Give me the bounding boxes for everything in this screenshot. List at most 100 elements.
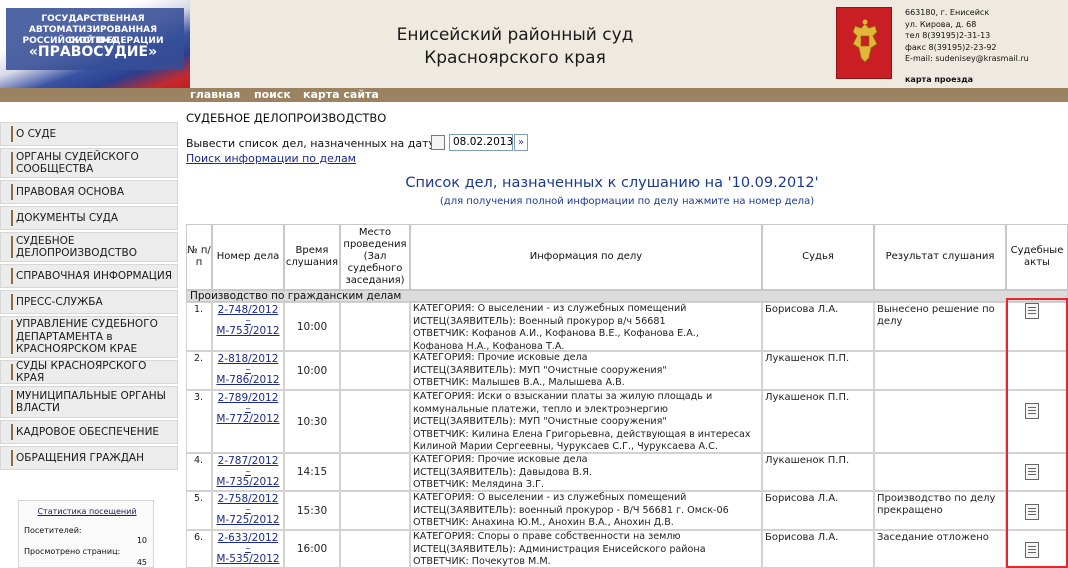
case-info: КАТЕГОРИЯ: Прочие исковые дела ИСТЕЦ(ЗАЯВ…: [410, 453, 762, 491]
nav-sitemap-link[interactable]: карта сайта: [303, 88, 379, 102]
sidebar-item-documents[interactable]: ДОКУМЕНТЫ СУДА: [0, 206, 178, 230]
col-header-judge: Судья: [762, 224, 874, 290]
case-separator: ~: [245, 506, 251, 514]
case-info-line: КАТЕГОРИЯ: Прочие исковые дела: [413, 454, 588, 465]
row-number: 6.: [186, 530, 212, 568]
double-headed-eagle-icon: [852, 19, 878, 63]
case-info-line: ИСТЕЦ(ЗАЯВИТЕЛЬ): МУП "Очистные сооружен…: [413, 416, 667, 427]
list-title: Список дел, назначенных к слушанию на '1…: [186, 175, 1068, 191]
col-header-num: № п/п: [186, 224, 212, 290]
case-info-line: коммунальные платежи, тепло и электроэне…: [413, 403, 668, 415]
row-number: 2.: [186, 351, 212, 390]
hearing-result: Вынесено решение по делу: [874, 302, 1006, 351]
hearing-result: [874, 351, 1006, 390]
group-row: Производство по гражданским делам: [186, 290, 1068, 302]
date-label: Вывести список дел, назначенных на дату: [186, 137, 436, 150]
material-number-link[interactable]: М-772/2012: [213, 413, 283, 426]
sidebar-item-about[interactable]: О СУДЕ: [0, 122, 178, 146]
hearing-place: [340, 302, 410, 351]
contact-line: 663180, г. Енисейск: [905, 8, 990, 17]
sidebar-item-department[interactable]: УПРАВЛЕНИЕ СУДЕБНОГО ДЕПАРТАМЕНТА в КРАС…: [0, 316, 178, 358]
hearing-result: [874, 453, 1006, 491]
header: ГОСУДАРСТВЕННАЯ АВТОМАТИЗИРОВАННАЯ СИСТЕ…: [0, 0, 1068, 100]
case-number-link[interactable]: 2-789/2012: [213, 392, 283, 405]
case-cell: 2-748/2012 ~ М-753/2012: [212, 302, 284, 351]
stats-visitors-value: 10: [136, 536, 147, 545]
case-info-line: ОТВЕТЧИК: Анахина Ю.М., Анохин В.А., Ано…: [413, 517, 674, 528]
show-button[interactable]: »: [514, 134, 528, 151]
hearing-place: [340, 390, 410, 453]
case-separator: ~: [245, 545, 251, 553]
sidebar-item-reference[interactable]: СПРАВОЧНАЯ ИНФОРМАЦИЯ: [0, 264, 178, 288]
hearing-result: Заседание отложено: [874, 530, 1006, 568]
material-number-link[interactable]: М-786/2012: [213, 374, 283, 387]
sidebar-item-proceedings[interactable]: СУДЕБНОЕ ДЕЛОПРОИЗВОДСТВО: [0, 232, 178, 262]
stats-pages-label: Просмотрено страниц:: [24, 547, 121, 556]
case-info-line: ИСТЕЦ(ЗАЯВИТЕЛЬ): военный прокурор - В/Ч…: [413, 504, 729, 516]
col-header-case: Номер дела: [212, 224, 284, 290]
sidebar-item-judicial-bodies[interactable]: ОРГАНЫ СУДЕЙСКОГО СООБЩЕСТВА: [0, 148, 178, 178]
sidebar-item-legal-basis[interactable]: ПРАВОВАЯ ОСНОВА: [0, 180, 178, 204]
row-number: 3.: [186, 390, 212, 453]
case-search-link[interactable]: Поиск информации по делам: [186, 152, 356, 165]
map-link[interactable]: карта проезда: [905, 75, 973, 84]
sidebar-item-appeals[interactable]: ОБРАЩЕНИЯ ГРАЖДАН: [0, 446, 178, 470]
sidebar-item-press[interactable]: ПРЕСС-СЛУЖБА: [0, 290, 178, 314]
case-info-line: ОТВЕТЧИК: Почекутов М.М.: [413, 556, 551, 567]
case-info-line: ИСТЕЦ(ЗАЯВИТЕЛЬ): МУП "Очистные сооружен…: [413, 364, 667, 376]
case-cell: 2-633/2012 ~ М-535/2012: [212, 530, 284, 568]
material-number-link[interactable]: М-753/2012: [213, 325, 283, 338]
case-separator: ~: [245, 468, 251, 476]
top-nav: главная поиск карта сайта: [0, 88, 1068, 102]
sidebar-item-staffing[interactable]: КАДРОВОЕ ОБЕСПЕЧЕНИЕ: [0, 420, 178, 444]
case-info-line: ИСТЕЦ(ЗАЯВИТЕЛЬ): Давыдова В.Я.: [413, 466, 592, 478]
hearing-time: 10:00: [284, 302, 340, 351]
case-info-line: ИСТЕЦ(ЗАЯВИТЕЛЬ): Военный прокурор в/ч 5…: [413, 315, 666, 327]
contact-email[interactable]: E-mail: sudenisey@krasmail.ru: [905, 53, 1065, 65]
case-info-line: Кофанова Н.А., Кофанова Т.А.: [413, 340, 565, 351]
hearing-time: 10:30: [284, 390, 340, 453]
sidebar-item-courts[interactable]: СУДЫ КРАСНОЯРСКОГО КРАЯ: [0, 360, 178, 384]
case-number-link[interactable]: 2-633/2012: [213, 532, 283, 545]
nav-search-link[interactable]: поиск: [254, 88, 291, 102]
case-cell: 2-787/2012 ~ М-735/2012: [212, 453, 284, 491]
contact-line: ул. Кирова, д. 68: [905, 19, 977, 29]
judge-name: Лукашенок П.П.: [762, 453, 874, 491]
date-input[interactable]: 08.02.2013: [449, 134, 513, 151]
stats-title[interactable]: Статистика посещений: [19, 507, 155, 516]
case-number-link[interactable]: 2-758/2012: [213, 493, 283, 506]
nav-home-link[interactable]: главная: [190, 88, 240, 102]
section-title: СУДЕБНОЕ ДЕЛОПРОИЗВОДСТВО: [186, 111, 387, 125]
hearing-result: [874, 390, 1006, 453]
list-subtitle: (для получения полной информации по делу…: [439, 196, 815, 207]
row-number: 4.: [186, 453, 212, 491]
case-cell: 2-789/2012 ~ М-772/2012: [212, 390, 284, 453]
judge-name: Борисова Л.А.: [762, 491, 874, 530]
case-info-line: КАТЕГОРИЯ: Иски о взыскании платы за жил…: [413, 391, 713, 402]
judge-name: Борисова Л.А.: [762, 302, 874, 351]
case-number-link[interactable]: 2-748/2012: [213, 304, 283, 317]
material-number-link[interactable]: М-535/2012: [213, 553, 283, 566]
logo-name: «ПРАВОСУДИЕ»: [28, 44, 158, 60]
coat-of-arms-icon: [836, 7, 892, 79]
material-number-link[interactable]: М-725/2012: [213, 514, 283, 527]
case-info: КАТЕГОРИЯ: О выселении - из служебных по…: [410, 302, 762, 351]
row-number: 1.: [186, 302, 212, 351]
pravosudie-logo[interactable]: ГОСУДАРСТВЕННАЯ АВТОМАТИЗИРОВАННАЯ СИСТЕ…: [0, 0, 190, 100]
sidebar-item-municipal[interactable]: МУНИЦИПАЛЬНЫЕ ОРГАНЫ ВЛАСТИ: [0, 386, 178, 418]
case-number-link[interactable]: 2-818/2012: [213, 353, 283, 366]
judge-name: Лукашенок П.П.: [762, 390, 874, 453]
court-title-line-2: Красноярского края: [424, 48, 606, 68]
stats-pages-value: 45: [136, 558, 147, 567]
case-info: КАТЕГОРИЯ: Прочие исковые дела ИСТЕЦ(ЗАЯВ…: [410, 351, 762, 390]
case-info: КАТЕГОРИЯ: О выселении - из служебных по…: [410, 491, 762, 530]
case-separator: ~: [245, 366, 251, 374]
hearing-place: [340, 351, 410, 390]
case-info-line: КАТЕГОРИЯ: О выселении - из служебных по…: [413, 492, 687, 503]
calendar-icon[interactable]: [431, 135, 445, 150]
material-number-link[interactable]: М-735/2012: [213, 476, 283, 489]
highlight-frame: [1006, 298, 1068, 568]
case-info-line: КАТЕГОРИЯ: О выселении - из служебных по…: [413, 303, 687, 314]
case-info-line: ОТВЕТЧИК: Мелядина З.Г.: [413, 479, 545, 490]
case-number-link[interactable]: 2-787/2012: [213, 455, 283, 468]
